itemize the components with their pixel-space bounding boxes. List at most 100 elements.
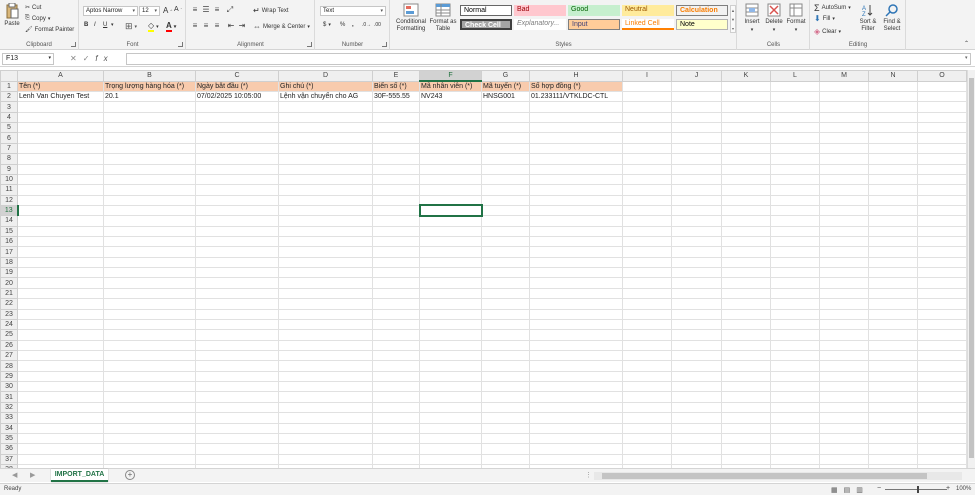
cell-o18[interactable] [917,256,967,269]
cell-e18[interactable] [372,256,420,269]
cell-n34[interactable] [868,422,918,434]
cell-n11[interactable] [868,184,918,196]
cell-i17[interactable] [622,246,672,258]
row-header-17[interactable]: 17 [0,246,18,258]
cell-i15[interactable] [622,225,672,238]
style-input[interactable]: Input [568,19,620,30]
cell-c10[interactable] [195,173,279,186]
cell-i9[interactable] [622,163,672,175]
cell-j12[interactable] [671,194,722,206]
add-sheet-icon[interactable]: + [125,470,135,480]
delete-button[interactable]: Delete ▾ [764,3,784,33]
cell-h4[interactable] [529,111,623,124]
cell-k31[interactable] [721,391,771,403]
cell-j32[interactable] [671,401,722,414]
row-header-26[interactable]: 26 [0,339,18,352]
cell-j18[interactable] [671,256,722,269]
cell-h9[interactable] [529,163,623,175]
cell-g12[interactable] [481,194,530,206]
cell-i29[interactable] [622,370,672,383]
zoom-level[interactable]: 100% [956,486,971,492]
cell-k28[interactable] [721,360,771,372]
cell-m27[interactable] [819,349,869,362]
cell-a9[interactable] [17,163,104,175]
cell-a34[interactable] [17,422,104,434]
cell-n4[interactable] [868,111,918,124]
cell-m10[interactable] [819,173,869,186]
cell-j29[interactable] [671,370,722,383]
cell-n7[interactable] [868,142,918,155]
row-header-33[interactable]: 33 [0,412,18,424]
cell-j30[interactable] [671,381,722,393]
cell-a32[interactable] [17,401,104,414]
cell-d5[interactable] [278,122,373,134]
cell-e12[interactable] [372,194,420,206]
cell-d1[interactable]: Ghi chú (*) [278,80,373,92]
cell-c21[interactable] [195,287,279,300]
cell-b19[interactable] [103,267,196,279]
cell-l9[interactable] [770,163,820,175]
column-header-j[interactable]: J [671,70,722,82]
cell-l25[interactable] [770,329,820,341]
cell-b34[interactable] [103,422,196,434]
cell-h33[interactable] [529,412,623,424]
cell-g3[interactable] [481,101,530,113]
cell-c15[interactable] [195,225,279,238]
row-header-27[interactable]: 27 [0,349,18,362]
cell-m14[interactable] [819,215,869,227]
cell-j35[interactable] [671,432,722,445]
cell-i35[interactable] [622,432,672,445]
cell-d2[interactable]: Lệnh vận chuyển cho AG [278,90,373,103]
cell-k25[interactable] [721,329,771,341]
cell-l21[interactable] [770,287,820,300]
cell-l15[interactable] [770,225,820,238]
cell-d22[interactable] [278,298,373,310]
cell-o5[interactable] [917,122,967,134]
row-header-18[interactable]: 18 [0,256,18,269]
cell-c14[interactable] [195,215,279,227]
cell-a24[interactable] [17,318,104,331]
cell-c2[interactable]: 07/02/2025 10:05:00 [195,90,279,103]
cell-l28[interactable] [770,360,820,372]
cell-i31[interactable] [622,391,672,403]
expand-formula-icon[interactable]: ▾ [965,55,968,61]
cell-k14[interactable] [721,215,771,227]
style-note[interactable]: Note [676,19,728,30]
cell-o20[interactable] [917,277,967,289]
cell-c25[interactable] [195,329,279,341]
cell-i25[interactable] [622,329,672,341]
cell-j26[interactable] [671,339,722,352]
cell-l35[interactable] [770,432,820,445]
cell-o12[interactable] [917,194,967,206]
cell-d4[interactable] [278,111,373,124]
cell-m9[interactable] [819,163,869,175]
cell-g21[interactable] [481,287,530,300]
cell-b15[interactable] [103,225,196,238]
formula-input[interactable] [126,53,971,65]
cell-m12[interactable] [819,194,869,206]
cell-d34[interactable] [278,422,373,434]
cell-m33[interactable] [819,412,869,424]
cell-l36[interactable] [770,443,820,455]
cell-m1[interactable] [819,80,869,92]
style-linked-cell[interactable]: Linked Cell [622,19,674,30]
cell-d9[interactable] [278,163,373,175]
cell-d6[interactable] [278,132,373,144]
cell-a27[interactable] [17,349,104,362]
row-header-21[interactable]: 21 [0,287,18,300]
cell-l18[interactable] [770,256,820,269]
cell-k5[interactable] [721,122,771,134]
cell-c19[interactable] [195,267,279,279]
cell-j9[interactable] [671,163,722,175]
cell-i14[interactable] [622,215,672,227]
shrink-font-button[interactable]: Aˇ [174,6,182,13]
cell-o10[interactable] [917,173,967,186]
cell-i13[interactable] [622,204,672,217]
cell-g15[interactable] [481,225,530,238]
cell-b36[interactable] [103,443,196,455]
cell-o31[interactable] [917,391,967,403]
name-box[interactable]: F13 ▾ [2,53,54,65]
cell-l1[interactable] [770,80,820,92]
cell-i18[interactable] [622,256,672,269]
cell-n9[interactable] [868,163,918,175]
